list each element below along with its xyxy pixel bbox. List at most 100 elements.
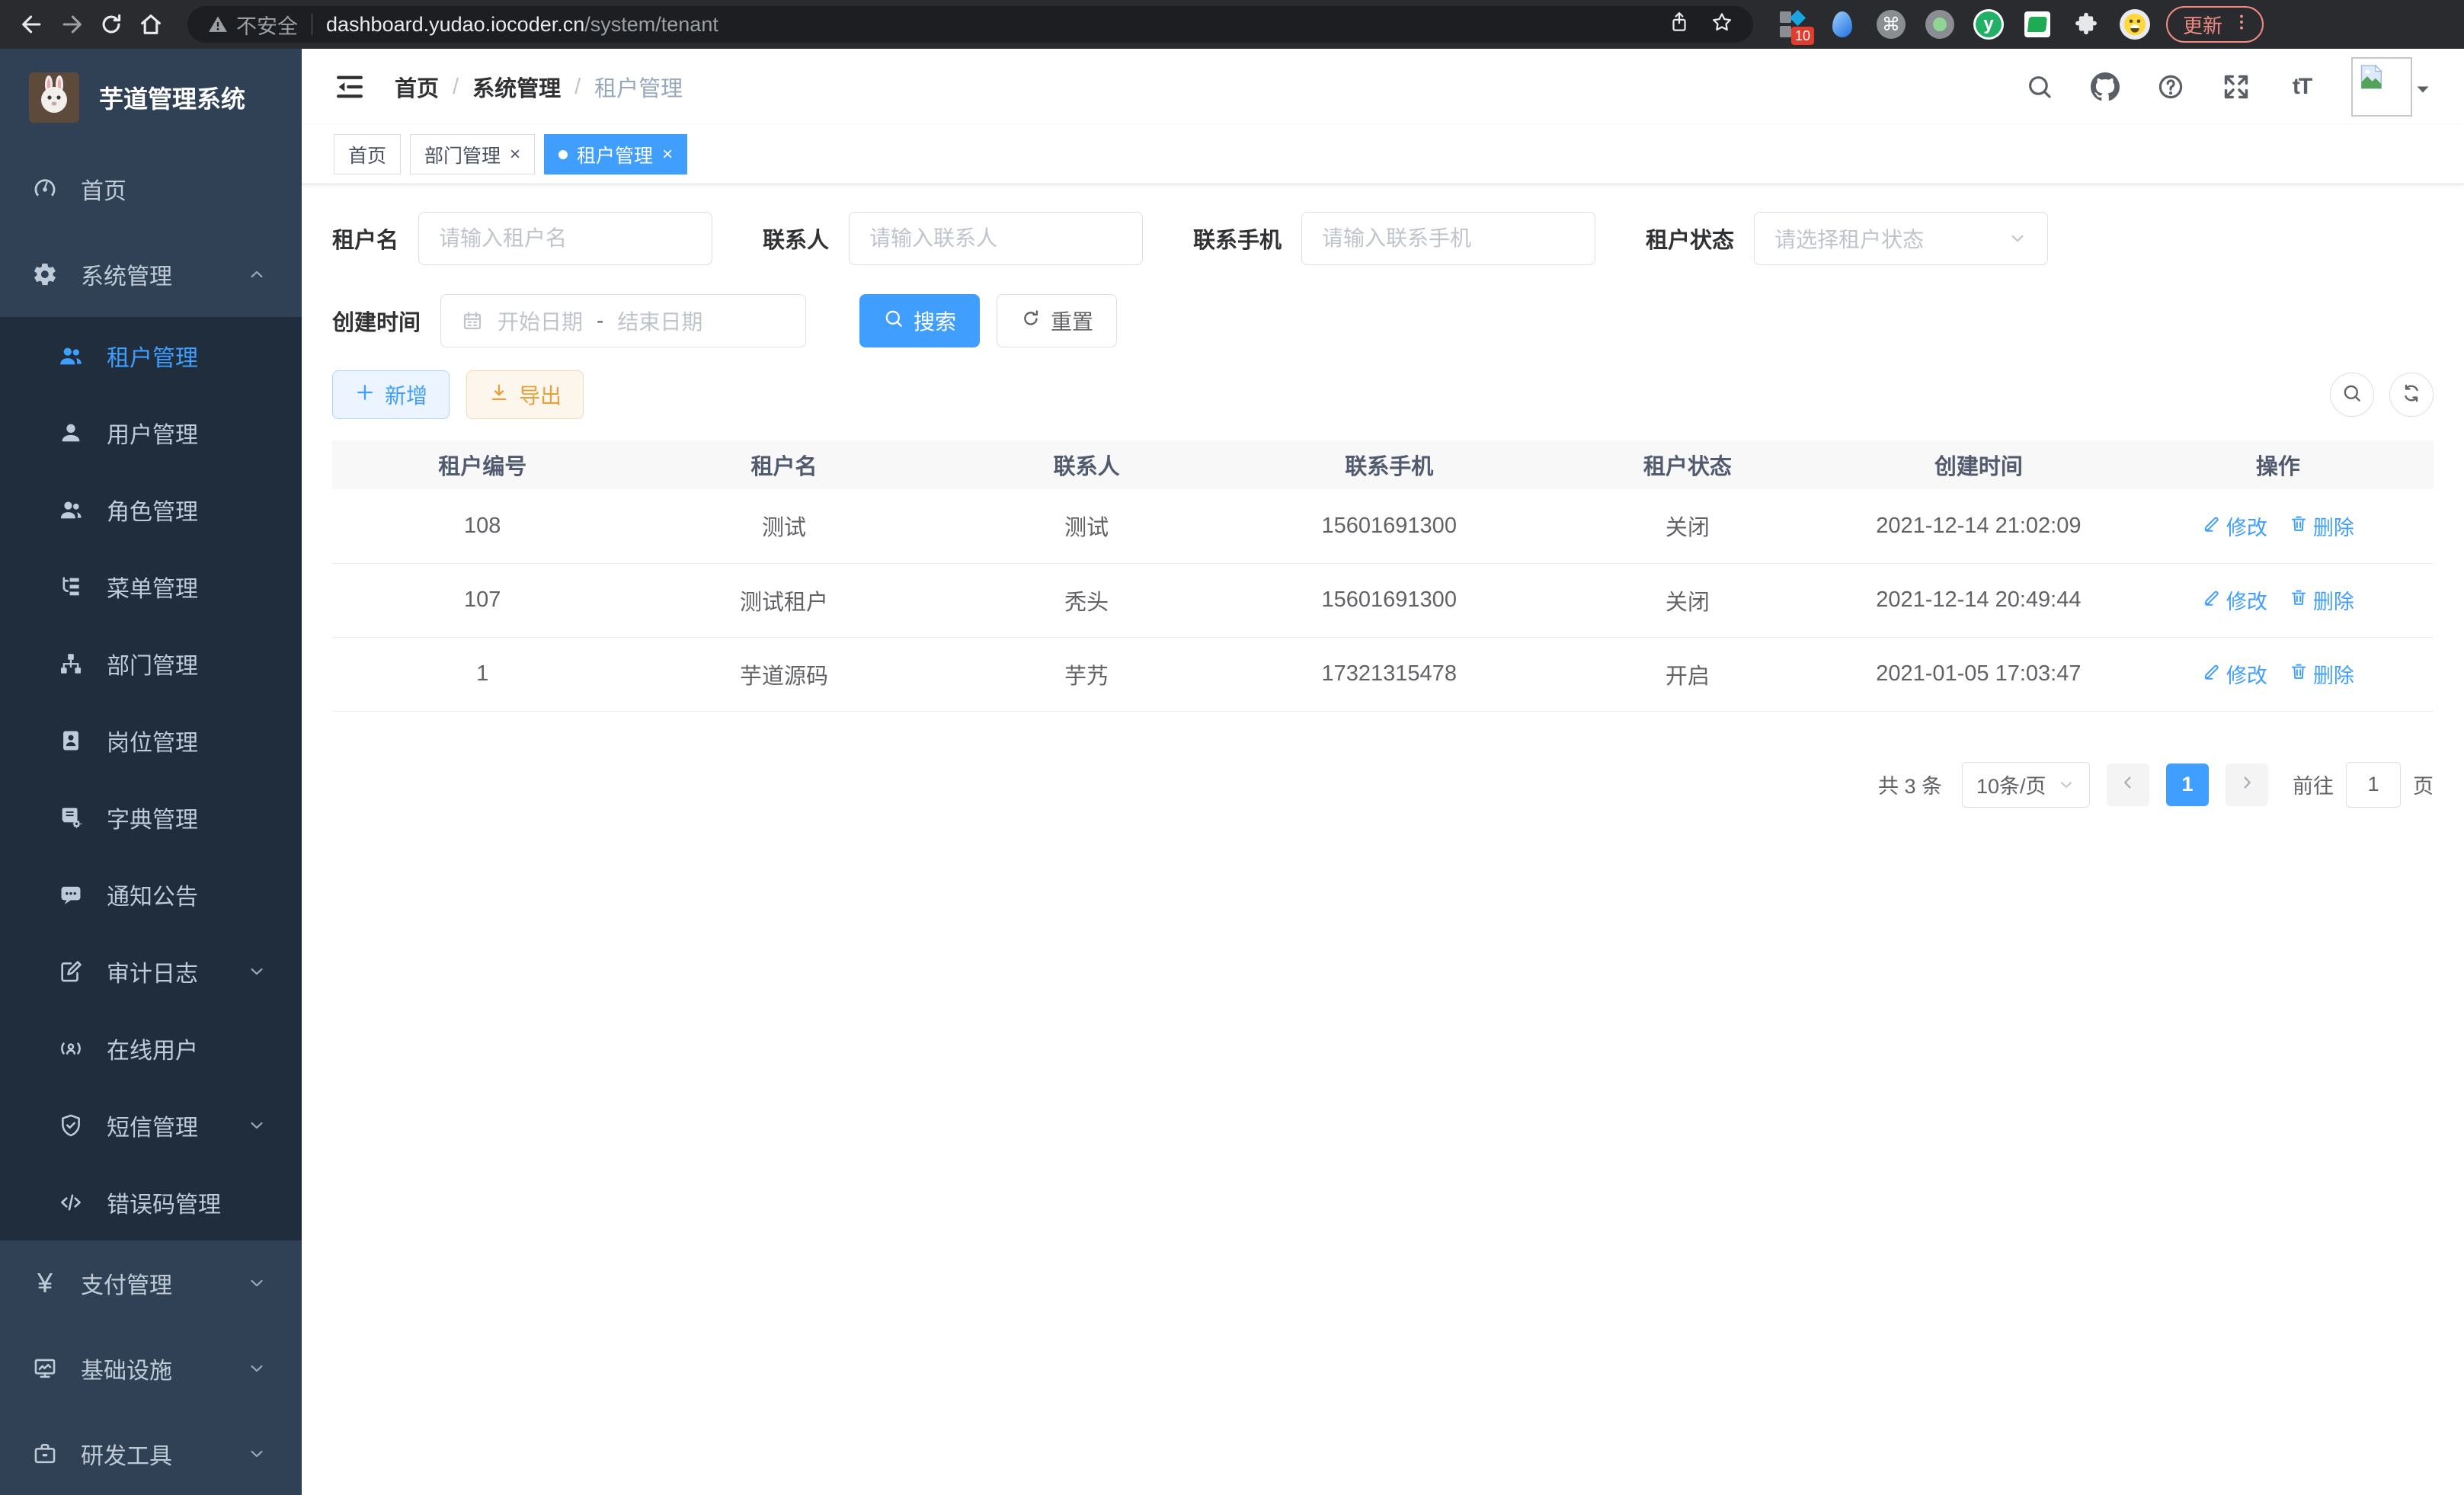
breadcrumb-item[interactable]: 系统管理 <box>472 71 561 103</box>
sidebar-item-短信管理[interactable]: 短信管理 <box>0 1087 302 1164</box>
sidebar-item-审计日志[interactable]: 审计日志 <box>0 933 302 1010</box>
browser-update-button[interactable]: 更新 <box>2166 6 2264 43</box>
column-header-创建时间: 创建时间 <box>1835 440 2123 489</box>
bookmark-star-icon[interactable] <box>1710 11 1733 39</box>
cell-status: 开启 <box>1541 637 1835 711</box>
breadcrumb-item[interactable]: 首页 <box>395 71 439 103</box>
sidebar-item-在线用户[interactable]: 在线用户 <box>0 1010 302 1087</box>
browser-menu-dots-icon[interactable] <box>2232 12 2251 37</box>
delete-link[interactable]: 删除 <box>2289 511 2354 541</box>
tenant-name-input[interactable] <box>439 226 692 251</box>
tab-close-icon[interactable]: × <box>510 146 520 164</box>
sidebar-item-菜单管理[interactable]: 菜单管理 <box>0 548 302 625</box>
sidebar-item-研发工具[interactable]: 研发工具 <box>0 1411 302 1495</box>
fullscreen-icon[interactable] <box>2220 71 2252 103</box>
chevron-down-icon <box>247 1273 267 1293</box>
ext-chat-icon[interactable] <box>2021 8 2053 40</box>
audit-log-icon <box>58 959 84 984</box>
tab-close-icon[interactable]: × <box>662 146 673 164</box>
sidebar-item-支付管理[interactable]: ¥支付管理 <box>0 1240 302 1326</box>
ext-recorder-icon[interactable] <box>1924 8 1956 40</box>
toggle-search-button[interactable] <box>2330 373 2374 417</box>
share-icon[interactable] <box>1668 11 1691 39</box>
sidebar-collapse-icon[interactable] <box>334 71 366 103</box>
goto-page-input[interactable] <box>2346 762 2401 808</box>
page-size-select[interactable]: 10条/页 <box>1962 762 2090 808</box>
ext-y-app-icon[interactable]: y <box>1973 8 2005 40</box>
tab-部门管理[interactable]: 部门管理× <box>410 134 535 174</box>
sidebar-item-角色管理[interactable]: 角色管理 <box>0 471 302 548</box>
sidebar-item-系统管理[interactable]: 系统管理 <box>0 232 302 317</box>
browser-reload-icon[interactable] <box>91 5 131 44</box>
extensions-area: 10 ⌘ y <box>1778 8 2151 40</box>
delete-link[interactable]: 删除 <box>2289 659 2354 689</box>
header-search-icon[interactable] <box>2024 71 2056 103</box>
pencil-icon <box>2202 587 2222 613</box>
refresh-table-button[interactable] <box>2389 373 2434 417</box>
edit-link[interactable]: 修改 <box>2202 511 2267 541</box>
sidebar-item-label: 错误码管理 <box>107 1186 221 1219</box>
tenant-name-input-wrap <box>418 212 712 265</box>
tab-首页[interactable]: 首页 <box>334 134 401 174</box>
filter-row-2: 创建时间 开始日期 - 结束日期 搜索 重置 <box>332 294 2434 347</box>
cell-mobile: 17321315478 <box>1238 637 1541 711</box>
sidebar-item-label: 审计日志 <box>107 955 198 988</box>
reset-button[interactable]: 重置 <box>997 294 1117 347</box>
extensions-puzzle-icon[interactable] <box>2070 8 2102 40</box>
sidebar-item-用户管理[interactable]: 用户管理 <box>0 394 302 471</box>
delete-link[interactable]: 删除 <box>2289 585 2354 615</box>
prev-page-button[interactable] <box>2107 764 2149 806</box>
tags-view: 首页部门管理×租户管理× <box>302 125 2464 184</box>
browser-home-icon[interactable] <box>131 5 171 44</box>
export-button[interactable]: 导出 <box>466 370 584 419</box>
tab-租户管理[interactable]: 租户管理× <box>544 134 687 174</box>
breadcrumb-separator: / <box>574 75 581 100</box>
help-icon[interactable] <box>2155 71 2187 103</box>
github-icon[interactable] <box>2089 71 2121 103</box>
sidebar-item-label: 基础设施 <box>81 1352 172 1385</box>
contact-input[interactable] <box>869 226 1122 251</box>
sidebar-item-岗位管理[interactable]: 岗位管理 <box>0 702 302 779</box>
font-size-icon[interactable]: tT <box>2286 71 2318 103</box>
ext-balloon-icon[interactable] <box>1826 8 1858 40</box>
sidebar-item-通知公告[interactable]: 通知公告 <box>0 856 302 933</box>
trash-icon <box>2289 587 2309 613</box>
add-button[interactable]: 新增 <box>332 370 450 419</box>
filter-label-tenant-name: 租户名 <box>332 222 398 255</box>
browser-profile-avatar[interactable] <box>2119 8 2151 40</box>
cell-name: 测试 <box>632 489 935 563</box>
ext-command-icon[interactable]: ⌘ <box>1875 8 1907 40</box>
edit-link[interactable]: 修改 <box>2202 585 2267 615</box>
cell-created: 2021-12-14 21:02:09 <box>1835 489 2123 563</box>
sidebar-item-label: 支付管理 <box>81 1266 172 1300</box>
avatar-dropdown-caret-icon[interactable] <box>2414 80 2432 98</box>
sidebar-item-label: 在线用户 <box>107 1032 198 1065</box>
user-avatar[interactable] <box>2351 57 2412 117</box>
sidebar-item-错误码管理[interactable]: 错误码管理 <box>0 1164 302 1240</box>
goto-label: 前往 <box>2293 770 2334 799</box>
sidebar-item-租户管理[interactable]: 租户管理 <box>0 317 302 394</box>
post-badge-icon <box>58 728 84 754</box>
next-page-button[interactable] <box>2226 764 2268 806</box>
filter-label-create-time: 创建时间 <box>332 305 421 337</box>
browser-back-icon[interactable] <box>12 5 52 44</box>
mobile-input[interactable] <box>1322 226 1575 251</box>
ext-grid-icon[interactable]: 10 <box>1778 8 1810 40</box>
sidebar-item-字典管理[interactable]: 字典管理 <box>0 779 302 856</box>
sidebar-item-部门管理[interactable]: 部门管理 <box>0 625 302 702</box>
current-page-button[interactable]: 1 <box>2166 764 2209 806</box>
date-range-picker[interactable]: 开始日期 - 结束日期 <box>440 294 806 347</box>
browser-forward-icon[interactable] <box>52 5 91 44</box>
insecure-warning-icon[interactable] <box>207 14 229 35</box>
app-title: 芋道管理系统 <box>99 80 245 115</box>
address-bar[interactable]: 不安全 dashboard.yudao.iocoder.cn /system/t… <box>187 6 1753 43</box>
sidebar-item-label: 通知公告 <box>107 878 198 911</box>
breadcrumb: 首页/系统管理/租户管理 <box>395 71 683 103</box>
edit-link[interactable]: 修改 <box>2202 659 2267 689</box>
sidebar-item-首页[interactable]: 首页 <box>0 146 302 232</box>
search-button[interactable]: 搜索 <box>859 294 980 347</box>
sidebar-logo[interactable]: 芋道管理系统 <box>0 49 302 146</box>
download-icon <box>488 382 510 408</box>
tenant-status-select[interactable]: 请选择租户状态 <box>1754 212 2048 265</box>
sidebar-item-基础设施[interactable]: 基础设施 <box>0 1326 302 1411</box>
